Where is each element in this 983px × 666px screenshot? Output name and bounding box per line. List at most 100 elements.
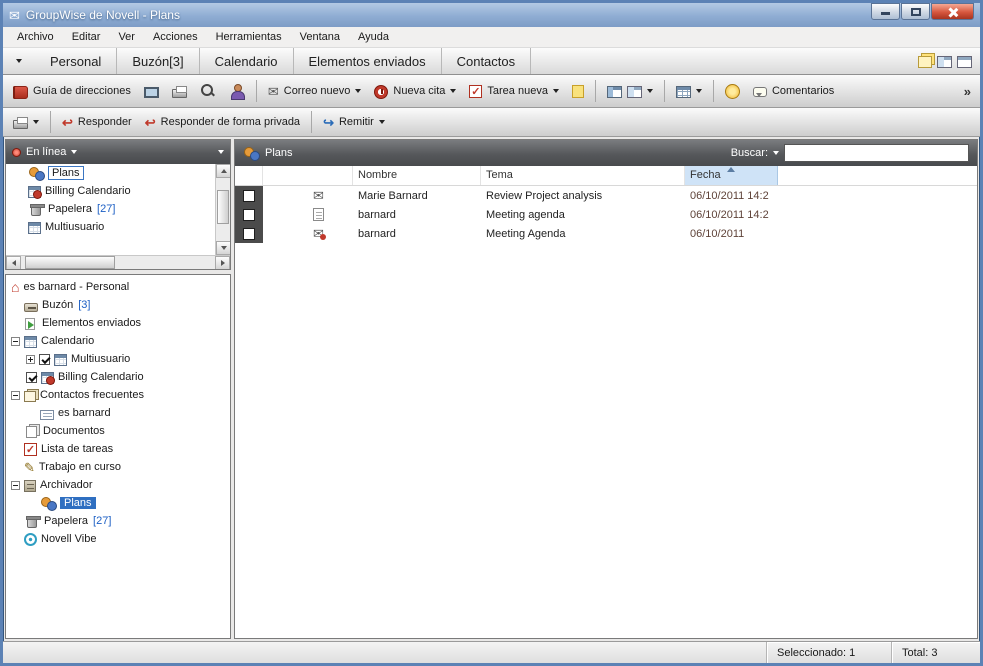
tree-item-es-barnard[interactable]: es barnard xyxy=(6,404,230,422)
table-row[interactable]: ✉ barnard Meeting Agenda 06/10/2011 xyxy=(235,224,977,243)
list-view-icon[interactable] xyxy=(957,56,972,68)
title-bar[interactable]: ✉ GroupWise de Novell - Plans xyxy=(3,3,980,27)
column-select[interactable] xyxy=(235,166,263,185)
scroll-down-button[interactable] xyxy=(216,241,230,255)
maximize-button[interactable] xyxy=(901,3,930,20)
menu-ver[interactable]: Ver xyxy=(109,28,144,46)
comments-button[interactable]: Comentarios xyxy=(748,82,839,100)
close-button[interactable] xyxy=(931,3,974,20)
panel-layout-button[interactable] xyxy=(602,81,658,101)
address-book-button[interactable]: Guía de direcciones xyxy=(8,81,136,102)
tree-item-trabajo-en-curso[interactable]: ✎ Trabajo en curso xyxy=(6,458,230,476)
tree-item-papelera[interactable]: Papelera [27] xyxy=(6,200,215,218)
tab-calendario[interactable]: Calendario xyxy=(200,48,294,74)
collapse-icon[interactable] xyxy=(11,336,20,346)
row-date: 06/10/2011 14:2 xyxy=(690,189,769,202)
online-header[interactable]: En línea xyxy=(6,140,230,164)
minimize-button[interactable] xyxy=(871,3,900,20)
print-button[interactable] xyxy=(167,81,192,101)
tree-item-label: Plans xyxy=(60,497,96,509)
list-empty-area[interactable] xyxy=(235,243,977,638)
tree-item-plans[interactable]: Plans xyxy=(6,164,215,182)
new-appointment-button[interactable]: Nueva cita xyxy=(369,81,461,102)
display-settings-button[interactable] xyxy=(139,81,164,101)
search-button[interactable] xyxy=(195,80,221,102)
menu-herramientas[interactable]: Herramientas xyxy=(207,28,291,46)
contact-lookup-button[interactable] xyxy=(224,80,250,102)
tree-item-buzon[interactable]: Buzón [3] xyxy=(6,296,230,314)
tab-elementos-enviados[interactable]: Elementos enviados xyxy=(294,48,442,74)
main-area: En línea Plans Billing Calendario Papele… xyxy=(3,137,980,641)
reply-button[interactable]: ↩ Responder xyxy=(57,113,137,132)
calendar-checkbox[interactable] xyxy=(26,371,37,383)
tree-item-documentos[interactable]: Documentos xyxy=(6,422,230,440)
row-select-cell[interactable] xyxy=(235,186,263,205)
expand-icon[interactable] xyxy=(26,354,35,364)
panel-menu-icon[interactable] xyxy=(218,150,224,154)
tab-menu-button[interactable] xyxy=(3,48,35,74)
scroll-up-button[interactable] xyxy=(216,164,230,178)
row-select-cell[interactable] xyxy=(235,224,263,243)
tree-item-multiusuario[interactable]: Multiusuario xyxy=(6,350,230,368)
column-tema[interactable]: Tema xyxy=(481,166,685,185)
tree-item-archivador[interactable]: Archivador xyxy=(6,476,230,494)
horizontal-scrollbar[interactable] xyxy=(6,255,230,269)
reply-private-button[interactable]: ↩ Responder de forma privada xyxy=(140,113,305,132)
tab-personal[interactable]: Personal xyxy=(35,48,118,74)
scroll-right-button[interactable] xyxy=(215,256,230,269)
tree-item-billing-calendario[interactable]: Billing Calendario xyxy=(6,182,215,200)
tab-contactos[interactable]: Contactos xyxy=(442,48,532,74)
tree-item-contactos-frecuentes[interactable]: Contactos frecuentes xyxy=(6,386,230,404)
collapse-icon[interactable] xyxy=(11,480,20,490)
comments-icon xyxy=(752,87,767,97)
tab-buzon[interactable]: Buzón[3] xyxy=(117,48,200,74)
vertical-scrollbar[interactable] xyxy=(215,164,230,255)
tree-root-personal[interactable]: ⌂ es barnard - Personal xyxy=(6,278,230,296)
row-checkbox[interactable] xyxy=(243,227,255,240)
tree-item-plans-selected[interactable]: Plans xyxy=(6,494,230,512)
search-input[interactable] xyxy=(784,144,969,162)
new-task-button[interactable]: ✓ Tarea nueva xyxy=(464,81,564,101)
forward-button[interactable]: ↪ Remitir xyxy=(318,113,390,132)
tree-item-multiusuario[interactable]: Multiusuario xyxy=(6,218,215,236)
row-select-cell[interactable] xyxy=(235,205,263,224)
row-checkbox[interactable] xyxy=(243,208,255,221)
column-item-type[interactable] xyxy=(263,166,353,185)
message-list-panel: Plans Buscar: Nombre Tema Fecha ✉ Marie … xyxy=(234,139,978,639)
scrollbar-thumb[interactable] xyxy=(25,256,115,269)
toolbar-overflow-button[interactable]: » xyxy=(960,84,975,99)
copy-panel-icon[interactable] xyxy=(918,56,932,68)
split-view-icon[interactable] xyxy=(937,56,952,68)
row-checkbox[interactable] xyxy=(243,189,255,202)
tree-item-label: Documentos xyxy=(43,425,105,437)
table-row[interactable]: ✉ Marie Barnard Review Project analysis … xyxy=(235,186,977,205)
tree-item-billing-calendario[interactable]: Billing Calendario xyxy=(6,368,230,386)
new-mail-button[interactable]: ✉ Correo nuevo xyxy=(263,82,367,101)
new-mail-label: Correo nuevo xyxy=(283,85,351,97)
tree-item-elementos-enviados[interactable]: Elementos enviados xyxy=(6,314,230,332)
timezone-button[interactable] xyxy=(720,81,745,102)
menu-ayuda[interactable]: Ayuda xyxy=(349,28,398,46)
print-calendar-button[interactable] xyxy=(8,112,44,132)
forward-label: Remitir xyxy=(338,116,374,128)
tree-item-lista-de-tareas[interactable]: ✓ Lista de tareas xyxy=(6,440,230,458)
new-note-button[interactable] xyxy=(567,81,589,101)
online-status-icon xyxy=(12,147,21,157)
menu-editar[interactable]: Editar xyxy=(63,28,110,46)
tree-item-label: Papelera xyxy=(48,203,93,215)
table-view-button[interactable] xyxy=(671,81,707,101)
tree-item-novell-vibe[interactable]: Novell Vibe xyxy=(6,530,230,548)
calendar-checkbox[interactable] xyxy=(39,353,50,365)
tree-item-calendario[interactable]: Calendario xyxy=(6,332,230,350)
menu-ventana[interactable]: Ventana xyxy=(291,28,349,46)
scrollbar-thumb[interactable] xyxy=(217,190,229,224)
scroll-left-button[interactable] xyxy=(6,256,21,269)
collapse-icon[interactable] xyxy=(11,390,20,400)
tree-item-papelera[interactable]: Papelera [27] xyxy=(6,512,230,530)
tab-label: Elementos enviados xyxy=(308,53,426,69)
menu-acciones[interactable]: Acciones xyxy=(144,28,207,46)
table-row[interactable]: barnard Meeting agenda 06/10/2011 14:2 xyxy=(235,205,977,224)
column-nombre[interactable]: Nombre xyxy=(353,166,481,185)
menu-archivo[interactable]: Archivo xyxy=(8,28,63,46)
column-fecha[interactable]: Fecha xyxy=(685,166,778,185)
